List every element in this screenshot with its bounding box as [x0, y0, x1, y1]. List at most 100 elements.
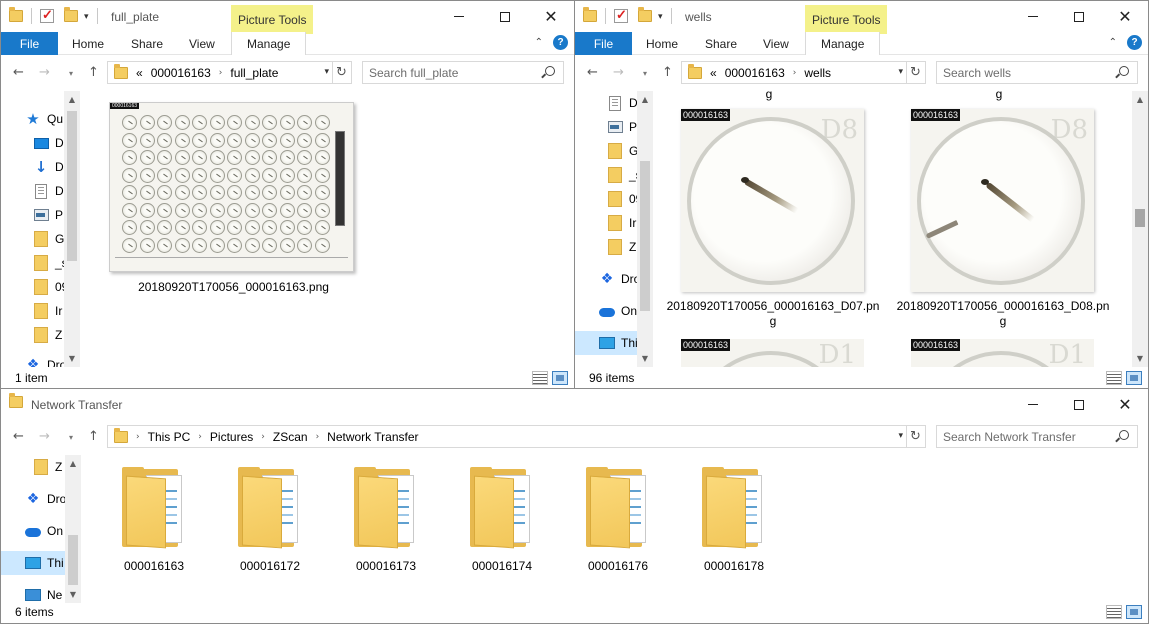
- folder-item[interactable]: 000016174: [452, 463, 552, 573]
- address-bar[interactable]: › This PC › Pictures › ZScan › Network T…: [107, 425, 907, 448]
- search-icon[interactable]: [1119, 66, 1129, 76]
- tab-manage[interactable]: Manage: [805, 32, 881, 55]
- nav-item-folder[interactable]: 09: [607, 187, 637, 211]
- tab-home[interactable]: Home: [72, 37, 104, 51]
- details-view-icon[interactable]: [1106, 371, 1122, 385]
- recent-locations-button[interactable]: ▾: [643, 69, 647, 78]
- breadcrumb-separator-icon[interactable]: ›: [136, 432, 140, 442]
- folder-item[interactable]: 000016172: [220, 463, 320, 573]
- breadcrumb-separator-icon[interactable]: ›: [261, 432, 265, 442]
- breadcrumb-item[interactable]: ZScan: [273, 430, 308, 444]
- nav-item-dropbox[interactable]: ❖Dro: [25, 353, 67, 367]
- minimize-button[interactable]: [1010, 389, 1056, 420]
- nav-item-folder[interactable]: _s: [607, 163, 637, 187]
- maximize-button[interactable]: [482, 1, 528, 32]
- customize-toolbar-icon[interactable]: ▾: [658, 11, 663, 22]
- scroll-down-icon[interactable]: ▼: [637, 350, 653, 367]
- details-view-icon[interactable]: [532, 371, 548, 385]
- recent-locations-button[interactable]: ▾: [69, 69, 73, 78]
- search-box[interactable]: [362, 61, 564, 84]
- nav-item-folder[interactable]: Z: [33, 455, 62, 479]
- recent-locations-button[interactable]: ▾: [69, 433, 73, 442]
- breadcrumb-item[interactable]: 000016163: [725, 66, 785, 80]
- scroll-up-icon[interactable]: ▲: [637, 91, 653, 108]
- breadcrumb-separator-icon[interactable]: ›: [793, 68, 797, 78]
- nav-item-dropbox[interactable]: ❖Dro: [599, 267, 637, 291]
- scrollbar-thumb[interactable]: [640, 161, 650, 311]
- new-folder-icon[interactable]: [638, 7, 652, 22]
- nav-scrollbar[interactable]: ▲ ▼: [65, 455, 81, 603]
- tab-manage[interactable]: Manage: [231, 32, 307, 55]
- breadcrumb-item[interactable]: This PC: [148, 430, 191, 444]
- scrollbar-thumb[interactable]: [68, 535, 78, 585]
- details-view-icon[interactable]: [1106, 605, 1122, 619]
- breadcrumb-item[interactable]: Network Transfer: [327, 430, 418, 444]
- nav-item-folder[interactable]: Ir: [33, 299, 62, 323]
- tab-share[interactable]: Share: [705, 37, 737, 51]
- nav-item-this-pc[interactable]: Thi: [1, 551, 65, 575]
- nav-item-this-pc[interactable]: Thi: [575, 331, 637, 355]
- properties-icon[interactable]: [40, 7, 54, 23]
- address-dropdown-icon[interactable]: ▾: [898, 67, 903, 77]
- nav-item-onedrive[interactable]: On: [25, 519, 63, 543]
- nav-item-network[interactable]: Ne: [25, 583, 62, 603]
- image-thumbnail[interactable]: 000016163 D1: [681, 339, 864, 367]
- nav-item-folder[interactable]: Z: [33, 323, 62, 347]
- nav-item-folder[interactable]: Ir: [607, 211, 636, 235]
- scroll-up-icon[interactable]: ▲: [65, 455, 81, 472]
- close-button[interactable]: ✕: [1102, 389, 1148, 420]
- forward-button[interactable]: →: [39, 429, 50, 444]
- scroll-down-icon[interactable]: ▼: [64, 350, 80, 367]
- nav-item-folder[interactable]: Z: [607, 235, 636, 259]
- large-icons-view-icon[interactable]: [1126, 371, 1142, 385]
- back-button[interactable]: ←: [13, 65, 24, 80]
- nav-item-folder[interactable]: _s: [33, 251, 68, 275]
- breadcrumb-item[interactable]: 000016163: [151, 66, 211, 80]
- breadcrumb-separator-icon[interactable]: ›: [198, 432, 202, 442]
- back-button[interactable]: ←: [587, 65, 598, 80]
- search-icon[interactable]: [545, 66, 555, 76]
- search-input[interactable]: [943, 429, 1093, 444]
- breadcrumb-item[interactable]: full_plate: [230, 66, 278, 80]
- maximize-button[interactable]: [1056, 389, 1102, 420]
- large-icons-view-icon[interactable]: [552, 371, 568, 385]
- customize-toolbar-icon[interactable]: ▾: [84, 11, 89, 22]
- scrollbar-thumb[interactable]: [67, 111, 77, 261]
- nav-item-documents[interactable]: D: [607, 91, 637, 115]
- content-scrollbar[interactable]: ▲ ▼: [1132, 91, 1148, 367]
- close-button[interactable]: ✕: [528, 1, 574, 32]
- collapse-ribbon-icon[interactable]: ⌃: [535, 37, 543, 48]
- tab-view[interactable]: View: [763, 37, 789, 51]
- close-button[interactable]: ✕: [1102, 1, 1148, 32]
- nav-item-folder[interactable]: G: [607, 139, 637, 163]
- scrollbar-thumb[interactable]: [1135, 209, 1145, 227]
- nav-item-documents[interactable]: D: [33, 179, 64, 203]
- nav-item-dropbox[interactable]: ❖Dro: [25, 487, 65, 511]
- breadcrumb-separator-icon[interactable]: ›: [316, 432, 320, 442]
- maximize-button[interactable]: [1056, 1, 1102, 32]
- nav-item-downloads[interactable]: ↓ D: [33, 155, 64, 179]
- folder-item[interactable]: 000016178: [684, 463, 784, 573]
- tab-file[interactable]: File: [1, 32, 58, 55]
- nav-scrollbar[interactable]: ▲ ▼: [637, 91, 653, 367]
- tab-home[interactable]: Home: [646, 37, 678, 51]
- folder-item[interactable]: 000016163: [104, 463, 204, 573]
- folder-item[interactable]: 000016176: [568, 463, 668, 573]
- nav-item-pictures[interactable]: P: [33, 203, 63, 227]
- address-bar[interactable]: « 000016163 › wells ▾: [681, 61, 907, 84]
- up-button[interactable]: ↑: [662, 65, 673, 80]
- minimize-button[interactable]: [1010, 1, 1056, 32]
- refresh-button[interactable]: ↻: [332, 61, 352, 84]
- forward-button[interactable]: →: [613, 65, 624, 80]
- nav-scrollbar[interactable]: ▲ ▼: [64, 91, 80, 367]
- up-button[interactable]: ↑: [88, 429, 99, 444]
- tab-view[interactable]: View: [189, 37, 215, 51]
- address-bar[interactable]: « 000016163 › full_plate ▾: [107, 61, 333, 84]
- scroll-up-icon[interactable]: ▲: [1132, 91, 1148, 108]
- help-icon[interactable]: ?: [553, 35, 568, 50]
- new-folder-icon[interactable]: [64, 7, 78, 22]
- nav-item-onedrive[interactable]: On: [599, 299, 637, 323]
- address-dropdown-icon[interactable]: ▾: [324, 67, 329, 77]
- nav-item-pictures[interactable]: P: [607, 115, 637, 139]
- breadcrumb-item[interactable]: wells: [804, 66, 831, 80]
